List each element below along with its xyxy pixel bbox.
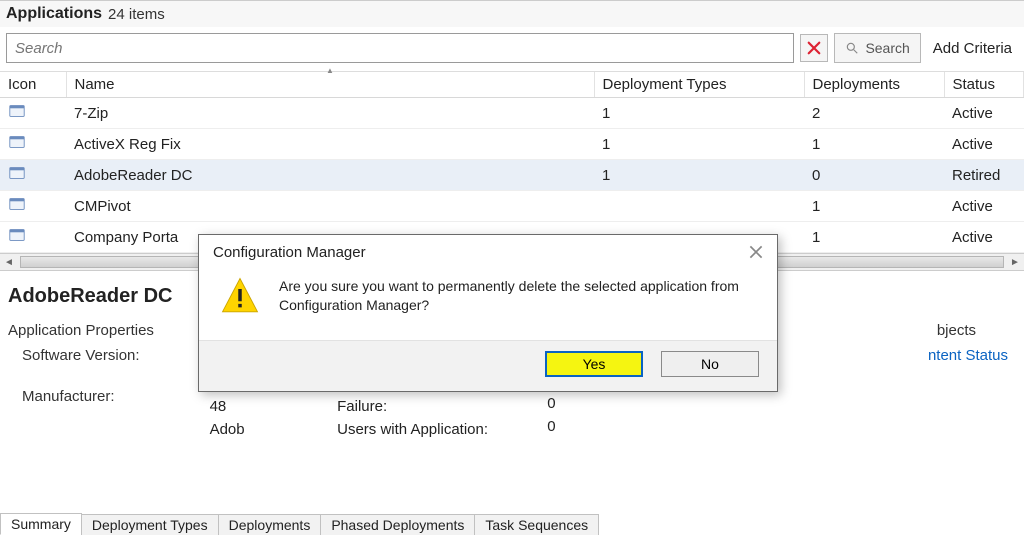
table-row[interactable]: 7-Zip12Active bbox=[0, 98, 1024, 129]
cell-name: CMPivot bbox=[66, 191, 594, 222]
warning-icon bbox=[219, 275, 261, 320]
cell-deploy-types: 1 bbox=[594, 129, 804, 160]
cell-deploy-types bbox=[594, 191, 804, 222]
confirm-delete-dialog: Configuration Manager Are you sure you w… bbox=[198, 234, 778, 392]
value-manufacturer: Adob bbox=[210, 421, 248, 438]
label-failure: Failure: bbox=[337, 398, 497, 415]
clear-search-button[interactable] bbox=[800, 34, 828, 62]
tab-deployments[interactable]: Deployments bbox=[218, 514, 322, 535]
label-users-app: Users with Application: bbox=[337, 421, 497, 438]
scroll-left-icon[interactable]: ◄ bbox=[0, 254, 18, 270]
dialog-title: Configuration Manager bbox=[213, 244, 366, 261]
cell-deployments: 1 bbox=[804, 191, 944, 222]
cell-status: Active bbox=[944, 129, 1024, 160]
cell-name: ActiveX Reg Fix bbox=[66, 129, 594, 160]
cell-deploy-types: 1 bbox=[594, 98, 804, 129]
cell-status: Active bbox=[944, 222, 1024, 253]
col-name[interactable]: Name bbox=[66, 72, 594, 98]
search-button-label: Search bbox=[865, 40, 909, 56]
label-software-version: Software Version: bbox=[22, 347, 140, 364]
cell-deploy-types: 1 bbox=[594, 160, 804, 191]
label-manufacturer: Manufacturer: bbox=[22, 388, 140, 405]
search-button[interactable]: Search bbox=[834, 33, 920, 63]
tab-phased-deployments[interactable]: Phased Deployments bbox=[320, 514, 475, 535]
item-count: 24 items bbox=[108, 6, 165, 23]
x-icon bbox=[805, 39, 823, 57]
cell-deployments: 1 bbox=[804, 129, 944, 160]
cell-status: Active bbox=[944, 191, 1024, 222]
application-icon bbox=[0, 191, 66, 222]
dialog-close-button[interactable] bbox=[747, 243, 765, 261]
application-icon bbox=[0, 222, 66, 253]
cell-deployments: 2 bbox=[804, 98, 944, 129]
application-icon bbox=[0, 98, 66, 129]
cell-status: Active bbox=[944, 98, 1024, 129]
col-deployments[interactable]: Deployments bbox=[804, 72, 944, 98]
tab-deployment-types[interactable]: Deployment Types bbox=[81, 514, 219, 535]
header-bar: Applications 24 items bbox=[0, 0, 1024, 27]
value-users: 0 bbox=[547, 418, 555, 435]
col-status[interactable]: Status bbox=[944, 72, 1024, 98]
dialog-no-button[interactable]: No bbox=[661, 351, 759, 377]
table-row[interactable]: ActiveX Reg Fix11Active bbox=[0, 129, 1024, 160]
bottom-tabs: SummaryDeployment TypesDeploymentsPhased… bbox=[0, 511, 598, 535]
content-status-link[interactable]: ntent Status bbox=[928, 347, 1008, 364]
application-icon bbox=[0, 160, 66, 191]
value-count: 48 bbox=[210, 398, 248, 415]
section-title: Applications bbox=[6, 5, 102, 23]
close-icon bbox=[747, 243, 765, 261]
dialog-message: Are you sure you want to permanently del… bbox=[279, 275, 759, 315]
col-icon[interactable]: Icon bbox=[0, 72, 66, 98]
tab-task-sequences[interactable]: Task Sequences bbox=[474, 514, 599, 535]
value-failure: 0 bbox=[547, 395, 555, 412]
section-related-objects: bjects bbox=[937, 322, 1016, 339]
table-header-row: Icon Name Deployment Types Deployments S… bbox=[0, 72, 1024, 98]
scroll-right-icon[interactable]: ► bbox=[1006, 254, 1024, 270]
tab-summary[interactable]: Summary bbox=[0, 513, 82, 535]
cell-deployments: 0 bbox=[804, 160, 944, 191]
magnifier-icon bbox=[845, 41, 859, 55]
table-row[interactable]: CMPivot 1Active bbox=[0, 191, 1024, 222]
cell-name: AdobeReader DC bbox=[66, 160, 594, 191]
dialog-yes-button[interactable]: Yes bbox=[545, 351, 643, 377]
col-deploy-types[interactable]: Deployment Types bbox=[594, 72, 804, 98]
cell-status: Retired bbox=[944, 160, 1024, 191]
application-icon bbox=[0, 129, 66, 160]
add-criteria-link[interactable]: Add Criteria bbox=[927, 40, 1018, 57]
table-row[interactable]: AdobeReader DC10Retired bbox=[0, 160, 1024, 191]
section-app-properties: Application Properties bbox=[8, 322, 194, 339]
search-row: Search Add Criteria bbox=[0, 27, 1024, 71]
cell-deployments: 1 bbox=[804, 222, 944, 253]
search-input[interactable] bbox=[6, 33, 794, 63]
cell-name: 7-Zip bbox=[66, 98, 594, 129]
